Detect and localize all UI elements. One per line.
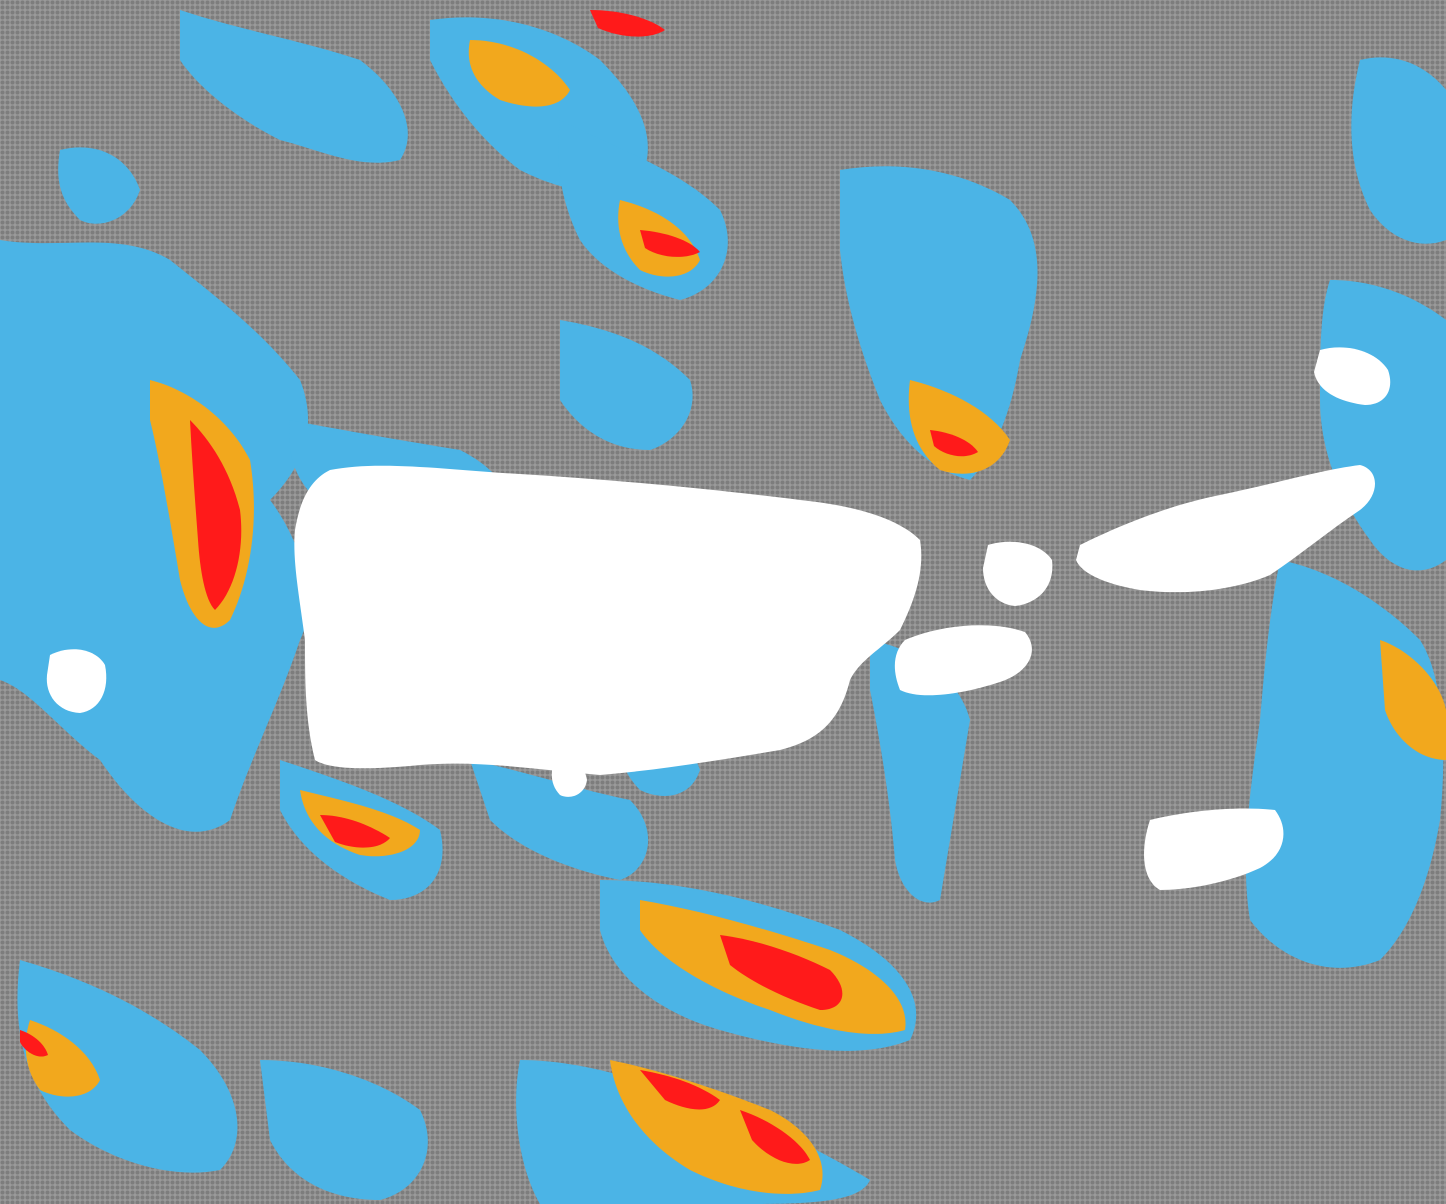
point-density-map: [0, 0, 1446, 1204]
map-canvas: [0, 0, 1446, 1204]
